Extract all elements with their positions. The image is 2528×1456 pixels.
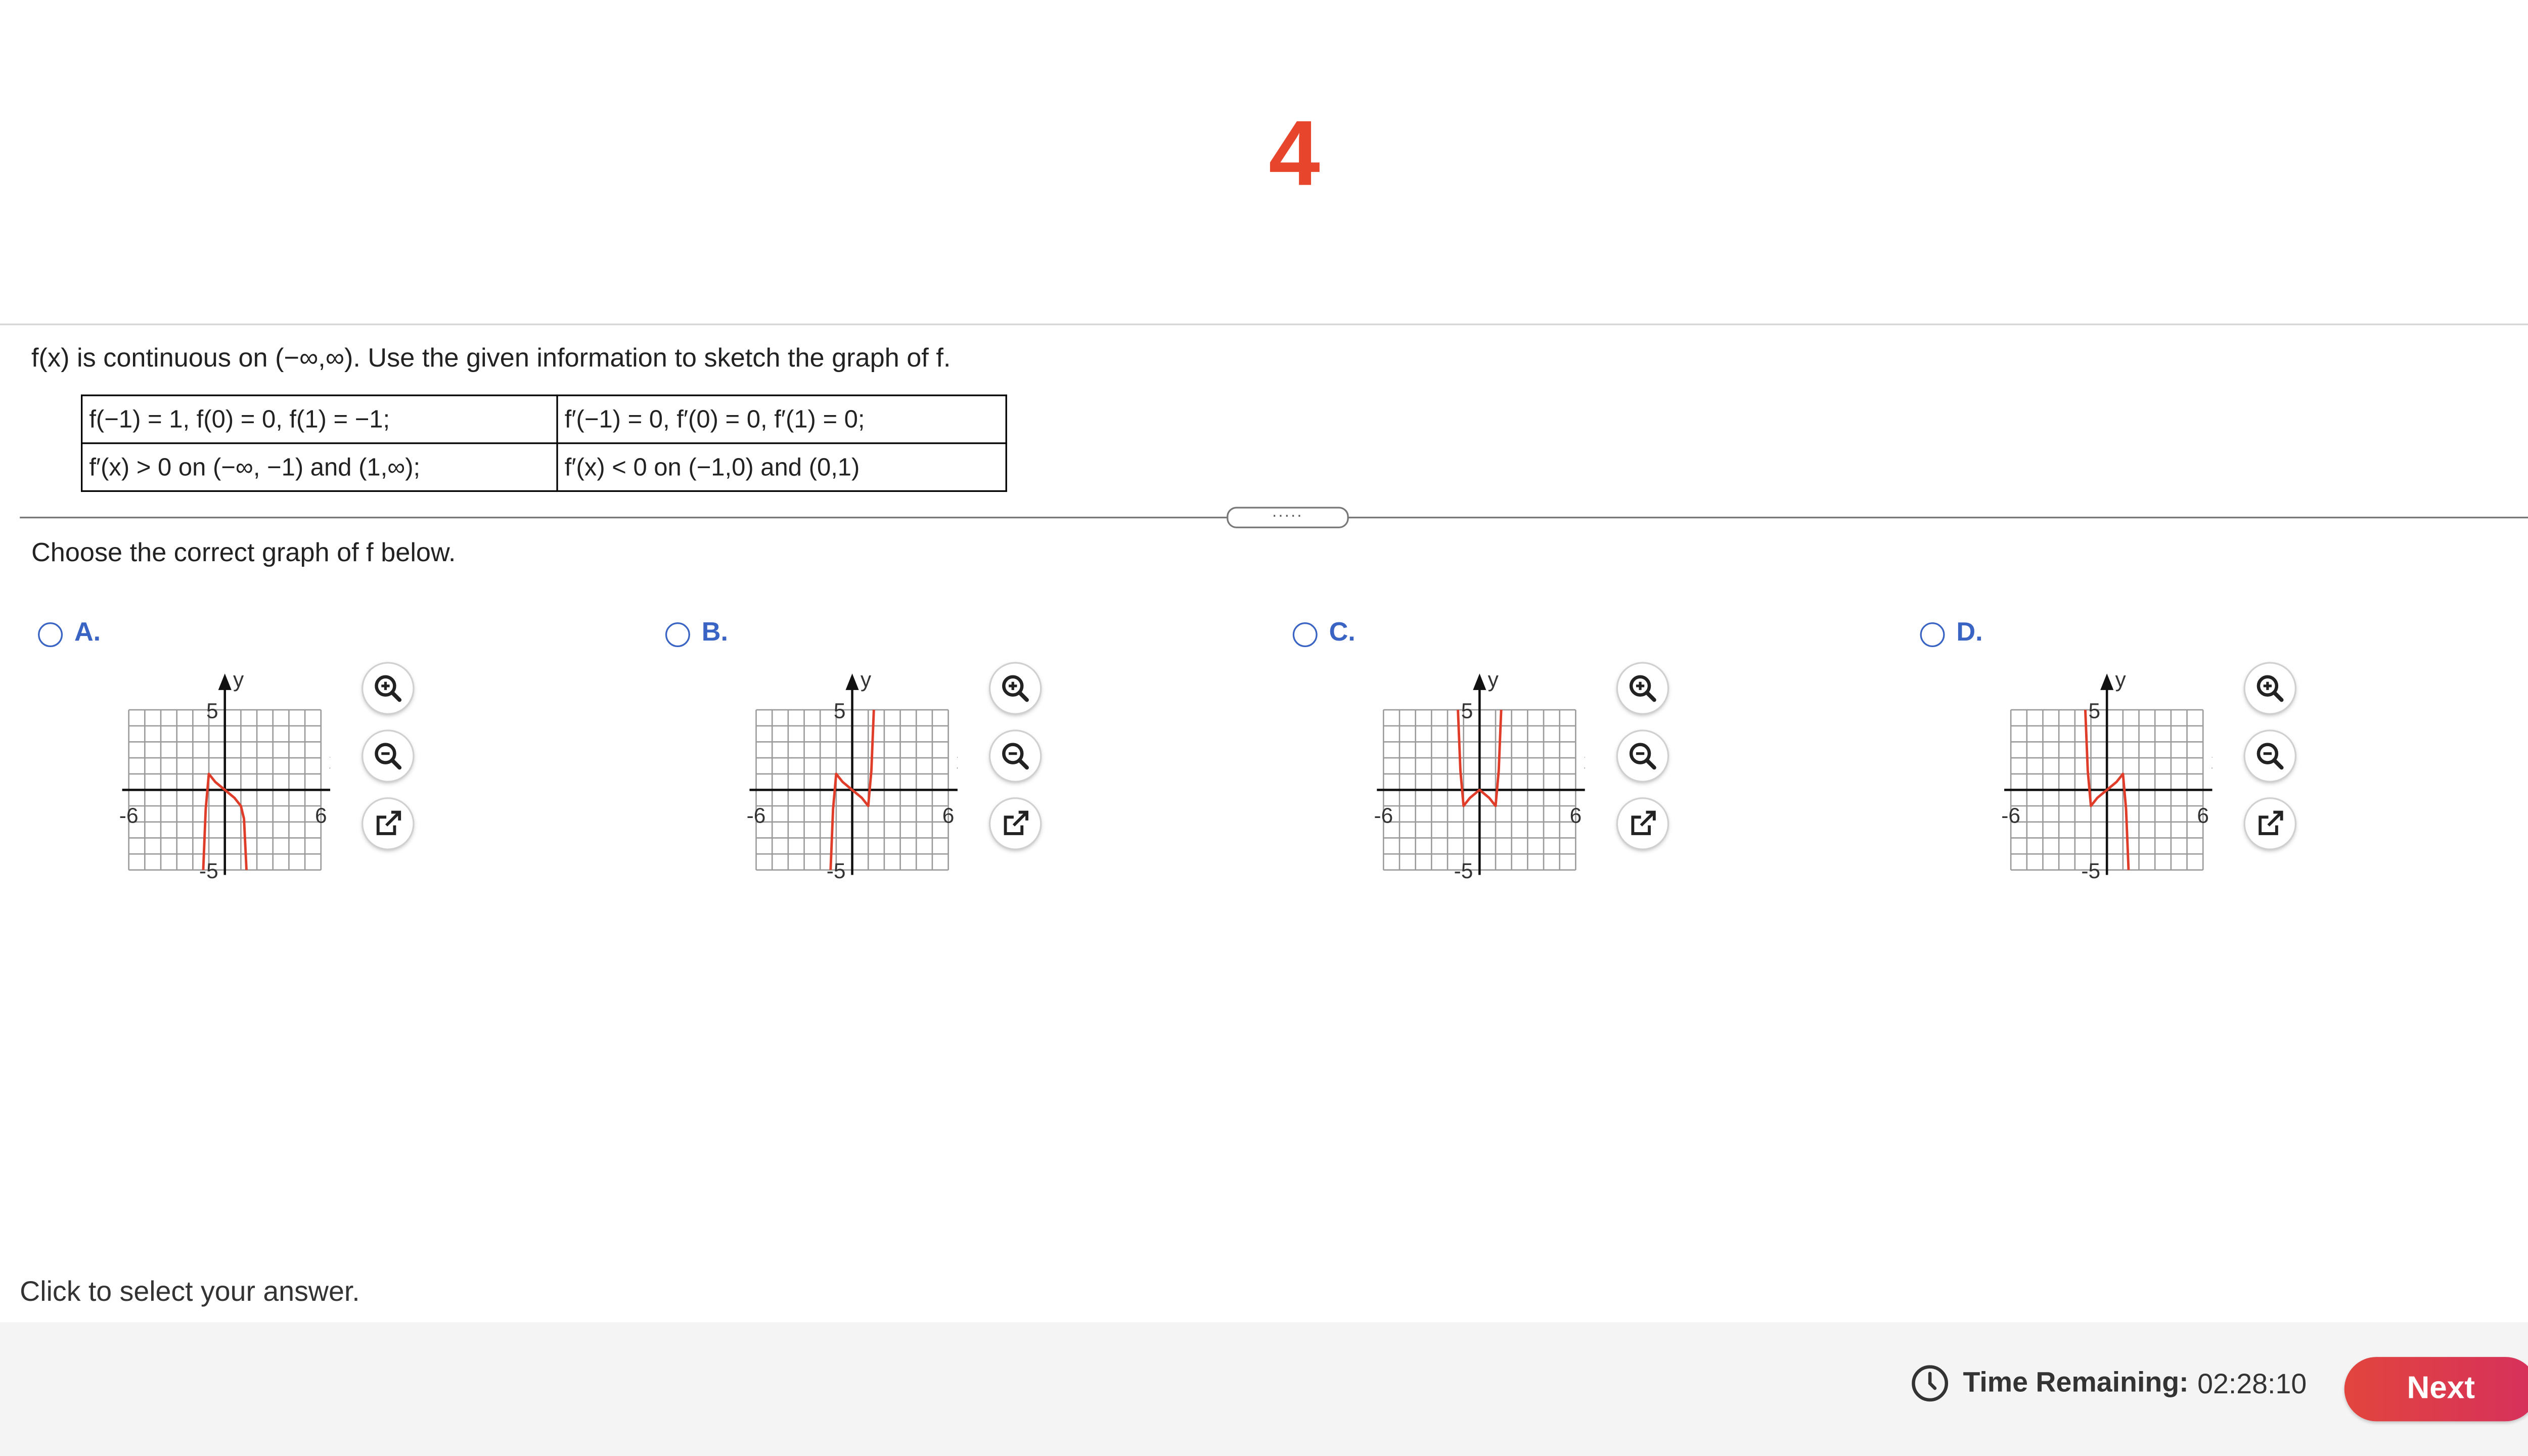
zoom-out-icon — [1002, 743, 1029, 770]
open-new-window-icon — [1631, 810, 1656, 835]
graph-thumbnail[interactable]: x y -6 6 5 -5 — [82, 664, 331, 903]
header-divider — [0, 323, 2528, 326]
option-label[interactable]: C. — [1329, 619, 1356, 649]
tick-label: 6 — [1570, 804, 1582, 828]
radio-button[interactable] — [38, 622, 63, 647]
table-row: f′(x) > 0 on (−∞, −1) and (1,∞); f′(x) <… — [80, 442, 1007, 492]
open-new-window-button[interactable] — [2245, 799, 2295, 849]
quiz-page: 4 f(x) is continuous on (−∞,∞). Use the … — [0, 0, 2528, 1456]
tick-label: 5 — [206, 699, 218, 722]
open-new-window-button[interactable] — [363, 799, 413, 849]
open-new-window-icon — [376, 810, 401, 835]
next-button[interactable]: Next — [2344, 1357, 2528, 1422]
tick-label: 6 — [942, 804, 955, 828]
radio-button[interactable] — [1292, 622, 1318, 647]
y-axis-label: y — [1488, 667, 1499, 691]
zoom-out-button[interactable] — [2245, 731, 2295, 781]
zoom-in-icon — [2256, 675, 2284, 702]
tick-label: -5 — [827, 859, 846, 883]
question-prompt: f(x) is continuous on (−∞,∞). Use the gi… — [31, 345, 951, 373]
question-number: 4 — [1269, 101, 1320, 205]
tick-label: -5 — [2081, 859, 2100, 883]
zoom-out-button[interactable] — [1617, 731, 1667, 781]
tick-label: 5 — [2089, 699, 2101, 722]
tick-label: -6 — [119, 804, 139, 828]
graph-thumbnail[interactable]: x y -6 6 5 -5 — [710, 664, 958, 903]
splitter-handle[interactable]: ..... — [1227, 505, 1349, 528]
given-info-table: f(−1) = 1, f(0) = 0, f(1) = −1; f′(−1) =… — [80, 394, 1007, 492]
graph-thumbnail[interactable]: x y -6 6 5 -5 — [1965, 664, 2213, 903]
answer-hint: Click to select your answer. — [20, 1276, 360, 1308]
zoom-out-icon — [2256, 743, 2284, 770]
radio-button[interactable] — [665, 622, 690, 647]
open-new-window-button[interactable] — [990, 799, 1041, 849]
zoom-in-icon — [1629, 675, 1656, 702]
zoom-in-icon — [1002, 675, 1029, 702]
y-axis-label: y — [2115, 667, 2127, 691]
zoom-out-icon — [375, 743, 402, 770]
x-axis-label: x — [2211, 749, 2213, 773]
option-a[interactable]: A. x y -6 6 5 -5 — [33, 617, 660, 915]
x-axis-label: x — [957, 749, 958, 773]
tick-label: -5 — [1454, 859, 1473, 883]
zoom-in-button[interactable] — [2245, 663, 2295, 713]
y-axis-arrow — [845, 673, 859, 690]
option-b[interactable]: B. x y -6 6 5 -5 — [660, 617, 1288, 915]
table-cell: f′(x) > 0 on (−∞, −1) and (1,∞); — [80, 442, 558, 492]
table-row: f(−1) = 1, f(0) = 0, f(1) = −1; f′(−1) =… — [80, 394, 1007, 444]
zoom-in-button[interactable] — [363, 663, 413, 713]
open-new-window-icon — [1004, 810, 1028, 835]
y-axis-arrow — [2100, 673, 2114, 690]
tick-label: -6 — [747, 804, 766, 828]
time-remaining-label: Time Remaining: — [1963, 1367, 2189, 1398]
tick-label: -5 — [199, 859, 218, 883]
tick-label: -6 — [2001, 804, 2020, 828]
option-label[interactable]: D. — [1956, 619, 1982, 649]
time-remaining-value: 02:28:10 — [2197, 1368, 2307, 1400]
open-new-window-icon — [2259, 810, 2283, 835]
y-axis-label: y — [233, 667, 244, 691]
option-label[interactable]: A. — [74, 619, 101, 649]
clock-icon — [1912, 1365, 1949, 1402]
zoom-out-button[interactable] — [990, 731, 1041, 781]
zoom-in-icon — [375, 675, 402, 702]
x-axis-label: x — [329, 749, 330, 773]
option-label[interactable]: B. — [702, 619, 728, 649]
y-axis-arrow — [218, 673, 232, 690]
instruction: Choose the correct graph of f below. — [31, 539, 456, 568]
open-new-window-button[interactable] — [1617, 799, 1667, 849]
option-d[interactable]: D. x y -6 6 5 -5 — [1915, 617, 2528, 915]
zoom-out-button[interactable] — [363, 731, 413, 781]
tick-label: -6 — [1374, 804, 1393, 828]
table-cell: f(−1) = 1, f(0) = 0, f(1) = −1; — [80, 394, 558, 444]
zoom-in-button[interactable] — [1617, 663, 1667, 713]
y-axis-arrow — [1473, 673, 1486, 690]
x-axis-label: x — [1584, 749, 1585, 773]
graph-thumbnail[interactable]: x y -6 6 5 -5 — [1337, 664, 1585, 903]
option-c[interactable]: C. x y -6 6 5 -5 — [1288, 617, 1915, 915]
zoom-out-icon — [1629, 743, 1656, 770]
table-cell: f′(x) < 0 on (−1,0) and (0,1) — [556, 442, 1007, 492]
zoom-in-button[interactable] — [990, 663, 1041, 713]
radio-button[interactable] — [1920, 622, 1945, 647]
tick-label: 5 — [1461, 699, 1473, 722]
y-axis-label: y — [861, 667, 872, 691]
table-cell: f′(−1) = 0, f′(0) = 0, f′(1) = 0; — [556, 394, 1007, 444]
tick-label: 6 — [2197, 804, 2209, 828]
tick-label: 5 — [834, 699, 846, 722]
tick-label: 6 — [315, 804, 327, 828]
